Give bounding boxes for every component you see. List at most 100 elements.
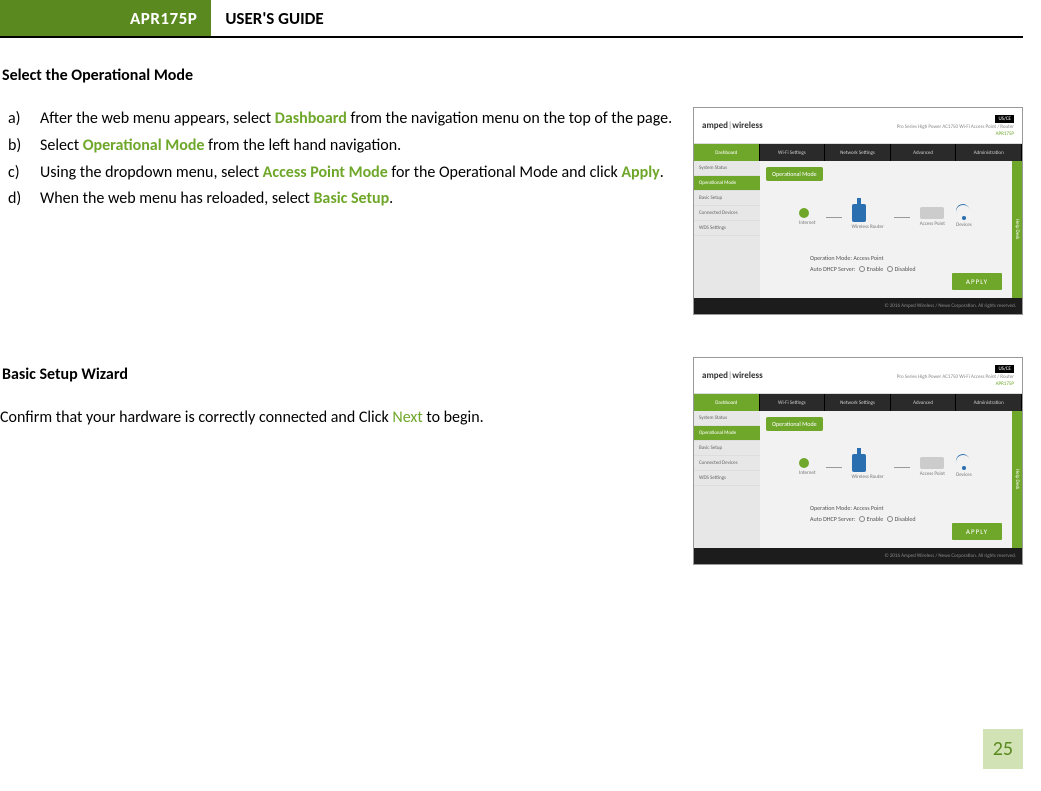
dropdown-operation-mode[interactable]: Access Point [853, 504, 883, 512]
list-marker: d) [8, 187, 34, 212]
highlight-term: Basic Setup [313, 189, 389, 208]
fig-header-right: US/CE Pro Series High Power AC1750 Wi-Fi… [897, 115, 1014, 137]
sidebar-item-wds-settings[interactable]: WDS Settings [694, 221, 760, 236]
page-number: 25 [983, 729, 1023, 769]
sidebar-item-operational-mode[interactable]: Operational Mode [694, 426, 760, 441]
control-label: Auto DHCP Server: [810, 515, 855, 523]
para-text: to begin. [423, 408, 484, 427]
diagram-label: Devices [955, 222, 973, 228]
help-desk-tab[interactable]: Help Desk [1012, 161, 1022, 298]
radio-label: Disabled [895, 515, 916, 523]
fig-body: System Status Operational Mode Basic Set… [694, 161, 1022, 298]
globe-icon [799, 458, 809, 468]
highlight-term: Access Point Mode [263, 163, 388, 182]
fig-footer: © 2016 Amped Wireless / Newo Corporation… [694, 548, 1022, 564]
tab-administration[interactable]: Administration [956, 144, 1022, 161]
list-item: a) After the web menu appears, select Da… [40, 107, 675, 132]
tab-dashboard[interactable]: Dashboard [694, 144, 760, 161]
list-text: Using the dropdown menu, select [40, 163, 263, 182]
section-basic-setup: Basic Setup Wizard Confirm that your har… [0, 357, 1023, 565]
fig-header: amped|wireless US/CE Pro Series High Pow… [694, 108, 1022, 144]
control-row: Operation Mode: Access Point [810, 503, 1006, 514]
list-text: After the web menu appears, select [40, 109, 275, 128]
sidebar-item-wds-settings[interactable]: WDS Settings [694, 471, 760, 486]
product-badge: APR175P [0, 0, 211, 36]
diagram-label: Wireless Router [852, 474, 884, 480]
tab-advanced[interactable]: Advanced [891, 394, 957, 411]
instruction-list: a) After the web menu appears, select Da… [0, 107, 675, 212]
fig-header-right: US/CE Pro Series High Power AC1750 Wi-Fi… [897, 365, 1014, 387]
tab-wifi-settings[interactable]: Wi-Fi Settings [760, 394, 826, 411]
brand-logo: amped|wireless [702, 370, 763, 381]
fig-controls: Operation Mode: Access Point Auto DHCP S… [766, 245, 1006, 275]
tab-network-settings[interactable]: Network Settings [825, 394, 891, 411]
radio-enable[interactable] [859, 266, 865, 272]
tab-wifi-settings[interactable]: Wi-Fi Settings [760, 144, 826, 161]
screenshot-basic-setup: amped|wireless US/CE Pro Series High Pow… [693, 357, 1023, 565]
sidebar-item-connected-devices[interactable]: Connected Devices [694, 206, 760, 221]
highlight-term: Dashboard [275, 109, 347, 128]
page-content: Select the Operational Mode a) After the… [0, 38, 1041, 565]
list-text: . [660, 163, 664, 182]
list-text: from the navigation menu on the top of t… [347, 109, 672, 128]
wifi-icon [955, 456, 973, 470]
list-text: for the Operational Mode and click [388, 163, 622, 182]
brand-logo: amped|wireless [702, 120, 763, 131]
diagram-label: Access Point [920, 471, 945, 477]
fig-panel-title: Operational Mode [766, 417, 823, 431]
sidebar-item-basic-setup[interactable]: Basic Setup [694, 441, 760, 456]
diagram-label: Internet [799, 220, 815, 226]
control-label: Operation Mode: [810, 254, 852, 262]
dropdown-operation-mode[interactable]: Access Point [853, 254, 883, 262]
fig-sidebar: System Status Operational Mode Basic Set… [694, 161, 760, 298]
list-marker: c) [8, 161, 34, 186]
fig-subtitle: Pro Series High Power AC1750 Wi-Fi Acces… [897, 124, 1014, 130]
tab-administration[interactable]: Administration [956, 394, 1022, 411]
wifi-icon [955, 206, 973, 220]
connector-line [826, 467, 842, 468]
fig-header: amped|wireless US/CE Pro Series High Pow… [694, 358, 1022, 394]
apply-button[interactable]: APPLY [952, 273, 1002, 290]
apply-button[interactable]: APPLY [952, 523, 1002, 540]
para-text: Confirm that your hardware is correctly … [0, 408, 392, 427]
radio-disabled[interactable] [887, 516, 893, 522]
radio-label: Enable [867, 515, 883, 523]
guide-title: USER'S GUIDE [211, 0, 323, 36]
diagram-label: Wireless Router [852, 224, 884, 230]
sidebar-item-operational-mode[interactable]: Operational Mode [694, 176, 760, 191]
fig-subtitle: Pro Series High Power AC1750 Wi-Fi Acces… [897, 374, 1014, 380]
diagram-label: Access Point [920, 221, 945, 227]
sidebar-item-system-status[interactable]: System Status [694, 161, 760, 176]
access-point-icon [920, 207, 944, 219]
section-operational-mode: a) After the web menu appears, select Da… [0, 107, 1023, 315]
fig-panel-title: Operational Mode [766, 167, 823, 181]
radio-enable[interactable] [859, 516, 865, 522]
page-header: APR175P USER'S GUIDE [0, 0, 1023, 38]
list-item: c) Using the dropdown menu, select Acces… [40, 161, 675, 186]
tab-network-settings[interactable]: Network Settings [825, 144, 891, 161]
radio-label: Enable [867, 265, 883, 273]
fig-sidebar: System Status Operational Mode Basic Set… [694, 411, 760, 548]
connector-line [894, 217, 910, 218]
sidebar-item-connected-devices[interactable]: Connected Devices [694, 456, 760, 471]
control-label: Operation Mode: [810, 504, 852, 512]
fig-body: System Status Operational Mode Basic Set… [694, 411, 1022, 548]
sidebar-item-basic-setup[interactable]: Basic Setup [694, 191, 760, 206]
section-heading-basic-setup: Basic Setup Wizard [2, 365, 675, 384]
control-row: Operation Mode: Access Point [810, 253, 1006, 264]
connector-line [894, 467, 910, 468]
tab-advanced[interactable]: Advanced [891, 144, 957, 161]
network-diagram: Internet Wireless Router Access Point [766, 439, 1006, 495]
fig-main: Operational Mode Internet Wireless Route… [760, 161, 1012, 298]
diagram-label: Devices [955, 472, 973, 478]
sidebar-item-system-status[interactable]: System Status [694, 411, 760, 426]
help-desk-tab[interactable]: Help Desk [1012, 411, 1022, 548]
highlight-term: Operational Mode [83, 136, 205, 155]
radio-disabled[interactable] [887, 266, 893, 272]
tab-dashboard[interactable]: Dashboard [694, 394, 760, 411]
section-heading-operational-mode: Select the Operational Mode [2, 66, 1023, 85]
access-point-icon [920, 457, 944, 469]
fig-footer: © 2016 Amped Wireless / Newo Corporation… [694, 298, 1022, 314]
basic-setup-text: Basic Setup Wizard Confirm that your har… [0, 357, 675, 431]
list-text: from the left hand navigation. [204, 136, 401, 155]
